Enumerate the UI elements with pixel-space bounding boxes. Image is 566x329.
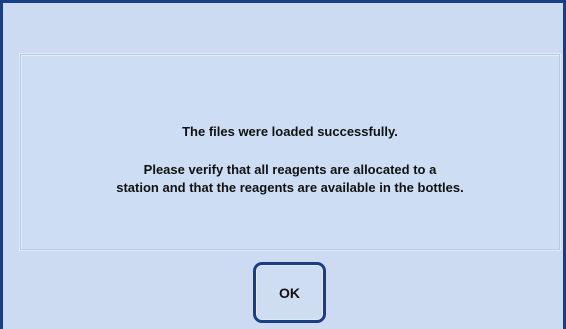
- dialog-window: The files were loaded successfully. Plea…: [0, 0, 566, 329]
- instruction-line-2: station and that the reagents are availa…: [116, 180, 464, 195]
- ok-button[interactable]: OK: [253, 262, 326, 323]
- ok-button-label: OK: [279, 284, 300, 301]
- instruction-line-1: Please verify that all reagents are allo…: [143, 162, 437, 177]
- message-panel: The files were loaded successfully. Plea…: [20, 54, 560, 250]
- success-message: The files were loaded successfully.: [182, 124, 398, 139]
